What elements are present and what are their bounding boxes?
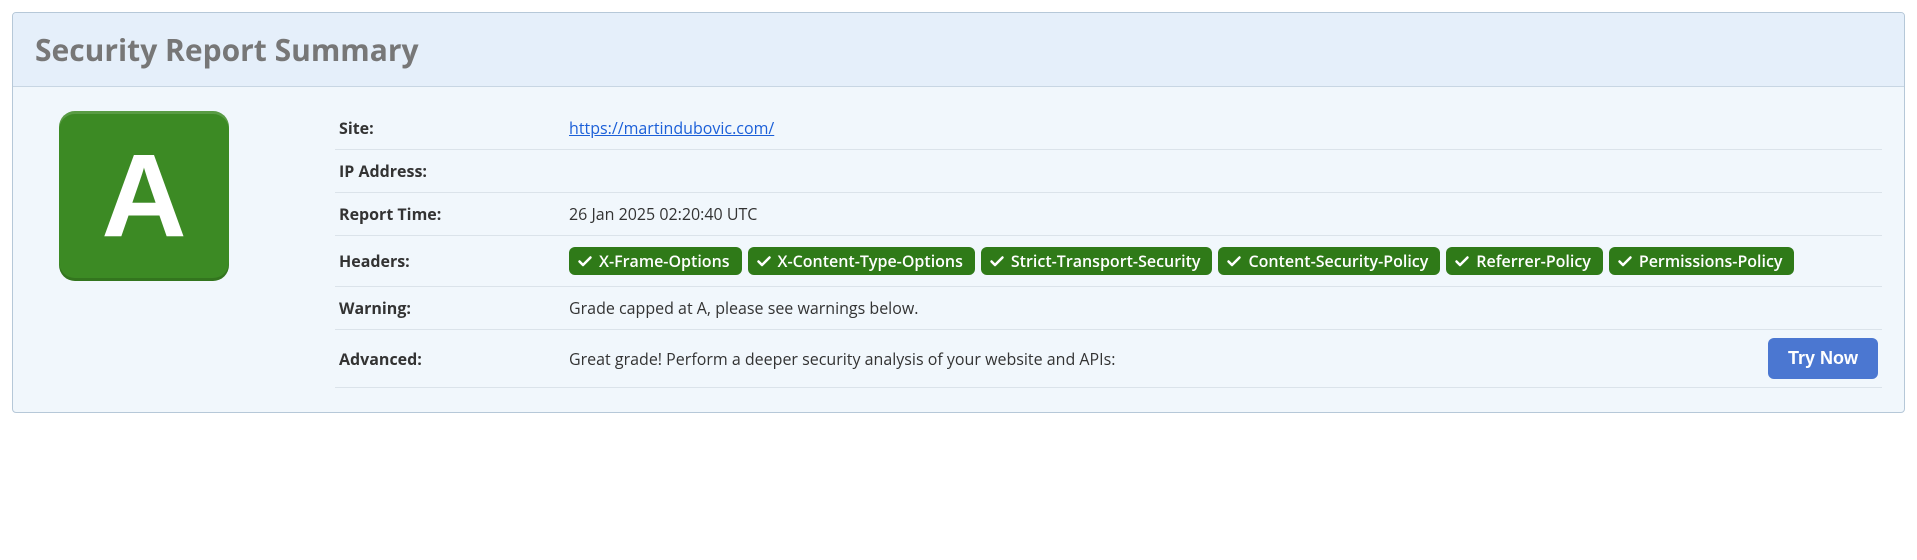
value-ip (565, 150, 1882, 193)
try-now-button[interactable]: Try Now (1768, 338, 1878, 379)
check-icon (577, 253, 599, 269)
label-warning: Warning: (335, 287, 565, 330)
check-icon (756, 253, 778, 269)
grade-letter: A (101, 137, 186, 255)
row-site: Site: https://martindubovic.com/ (335, 107, 1882, 150)
label-site: Site: (335, 107, 565, 150)
label-advanced: Advanced: (335, 330, 565, 388)
label-report-time: Report Time: (335, 193, 565, 236)
header-pill: Referrer-Policy (1446, 247, 1603, 275)
header-pill: X-Frame-Options (569, 247, 742, 275)
header-pill-label: X-Content-Type-Options (778, 250, 963, 272)
header-pill-label: X-Frame-Options (599, 250, 730, 272)
row-headers: Headers: X-Frame-Options X-Content-Type-O… (335, 236, 1882, 287)
panel-header: Security Report Summary (13, 13, 1904, 87)
panel-title: Security Report Summary (35, 29, 1882, 70)
row-ip: IP Address: (335, 150, 1882, 193)
label-headers: Headers: (335, 236, 565, 287)
site-link[interactable]: https://martindubovic.com/ (569, 117, 774, 139)
label-ip: IP Address: (335, 150, 565, 193)
details-table: Site: https://martindubovic.com/ IP Addr… (335, 107, 1882, 388)
check-icon (1454, 253, 1476, 269)
header-pill: Content-Security-Policy (1218, 247, 1440, 275)
panel-body: A Site: https://martindubovic.com/ IP Ad… (13, 87, 1904, 412)
check-icon (1617, 253, 1639, 269)
header-pill-label: Permissions-Policy (1639, 250, 1783, 272)
header-pill: X-Content-Type-Options (748, 247, 975, 275)
advanced-text: Great grade! Perform a deeper security a… (569, 348, 1115, 370)
grade-badge: A (59, 111, 229, 281)
security-report-panel: Security Report Summary A Site: https://… (12, 12, 1905, 413)
value-site: https://martindubovic.com/ (565, 107, 1882, 150)
row-warning: Warning: Grade capped at A, please see w… (335, 287, 1882, 330)
row-advanced: Advanced: Great grade! Perform a deeper … (335, 330, 1882, 388)
header-pill-label: Content-Security-Policy (1248, 250, 1428, 272)
details-column: Site: https://martindubovic.com/ IP Addr… (335, 107, 1882, 388)
header-pill: Strict-Transport-Security (981, 247, 1213, 275)
check-icon (1226, 253, 1248, 269)
value-warning: Grade capped at A, please see warnings b… (565, 287, 1882, 330)
value-report-time: 26 Jan 2025 02:20:40 UTC (565, 193, 1882, 236)
check-icon (989, 253, 1011, 269)
header-pill-label: Referrer-Policy (1476, 250, 1591, 272)
header-pill-label: Strict-Transport-Security (1011, 250, 1201, 272)
grade-column: A (35, 107, 335, 388)
value-advanced: Great grade! Perform a deeper security a… (565, 330, 1882, 388)
value-headers: X-Frame-Options X-Content-Type-Options Str… (565, 236, 1882, 287)
header-pill: Permissions-Policy (1609, 247, 1795, 275)
row-report-time: Report Time: 26 Jan 2025 02:20:40 UTC (335, 193, 1882, 236)
